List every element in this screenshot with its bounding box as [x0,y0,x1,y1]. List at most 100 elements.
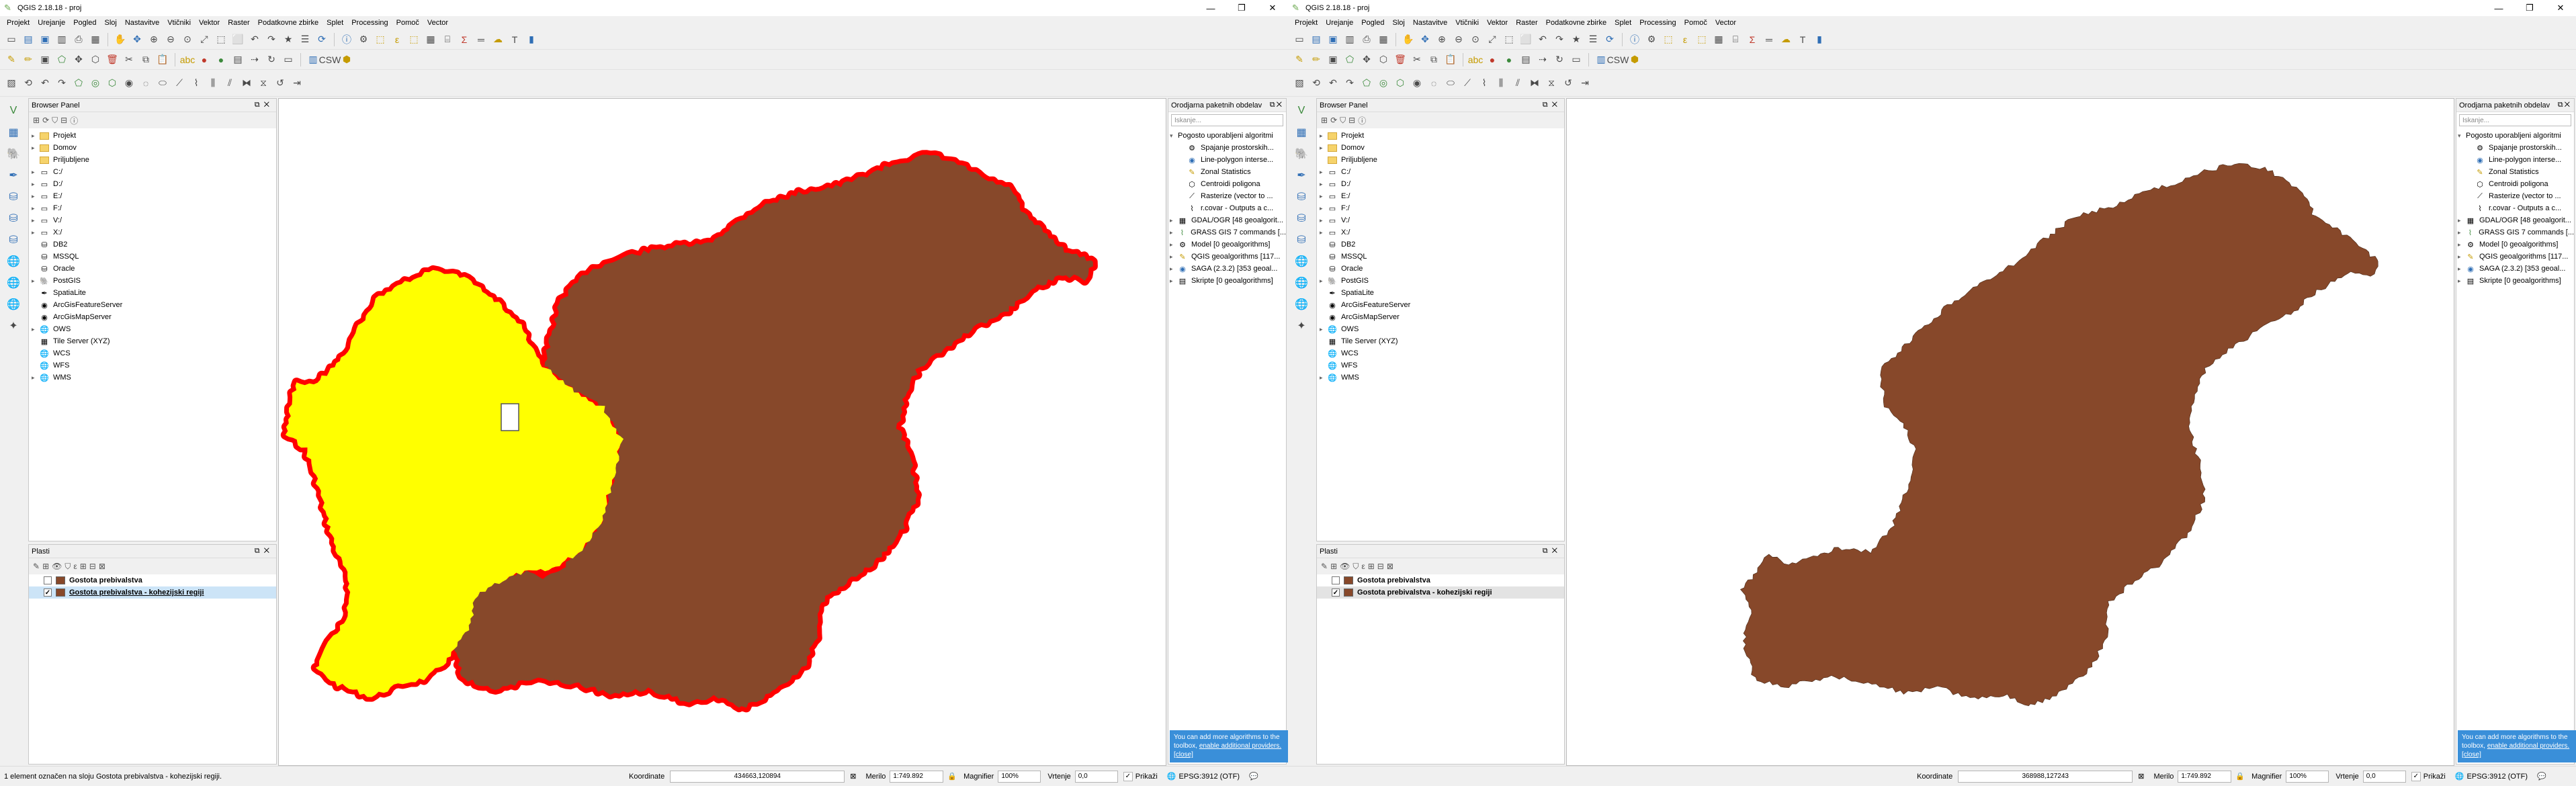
show-label-icon[interactable]: ▤ [230,52,245,67]
zoom-selection-icon[interactable]: ⬚ [214,32,228,47]
add-wms-layer-icon[interactable]: 🌐 [5,253,22,270]
undo-icon[interactable]: ↶ [1326,76,1340,91]
minimize-button[interactable]: — [1195,0,1226,16]
show-bookmarks-icon[interactable]: ☰ [298,32,312,47]
zoom-full-icon[interactable]: ⤢ [1485,32,1500,47]
digitize-icon[interactable]: ▧ [4,76,19,91]
add-mssql-layer-icon[interactable]: ⛁ [1293,188,1310,206]
browser-item-e[interactable]: ▸ ▭ E:/ [32,190,276,202]
delete-selected-icon[interactable]: 🗑 [105,52,120,67]
select-features-icon[interactable]: ⬚ [373,32,388,47]
field-calculator-icon[interactable]: ⌸ [1728,32,1743,47]
add-wcs-layer-icon[interactable]: 🌐 [5,274,22,292]
undo-icon[interactable]: ↶ [38,76,52,91]
browser-item-wfs[interactable]: 🌐 WFS [32,359,276,372]
browser-item-mssql[interactable]: ⛁ MSSQL [1320,251,1564,263]
add-oracle-layer-icon[interactable]: ⛁ [1293,231,1310,249]
add-vector-layer-icon[interactable]: V [5,102,22,120]
menu-pogled[interactable]: Pogled [1357,19,1388,27]
add-spatialite-layer-icon[interactable]: ✒ [5,167,22,184]
menu-vector[interactable]: Vector [1711,19,1740,27]
browser-item-tile-server[interactable]: ▦ Tile Server (XYZ) [1320,335,1564,347]
rotate-symbols-icon[interactable]: ↺ [1561,76,1576,91]
messages-icon[interactable]: 💬 [2537,772,2546,781]
browser-item-v[interactable]: ▸ ▭ V:/ [32,214,276,226]
extents-toggle-icon[interactable]: ⊠ [2138,772,2144,781]
browser-item-domov[interactable]: ▸ Domov [1320,142,1564,154]
layer-row-kohezijski[interactable]: ✓ Gostota prebivalstva - kohezijski regi… [29,586,276,599]
offset-point-icon[interactable]: ⇥ [290,76,304,91]
magnifier-spinbox[interactable]: 100% [998,770,1041,783]
minimize-button[interactable]: — [2483,0,2514,16]
deselect-icon[interactable]: ⬚ [1694,32,1709,47]
add-ring-icon[interactable]: ◎ [88,76,103,91]
browser-item-x[interactable]: ▸ ▭ X:/ [32,226,276,238]
remove-layer-icon[interactable]: ⊠ [99,562,105,571]
new-bookmark-icon[interactable]: ★ [1569,32,1584,47]
refresh-icon[interactable]: ⟳ [42,116,49,125]
composer-manager-icon[interactable]: ▦ [88,32,103,47]
properties-icon[interactable]: ⓘ [1358,115,1366,126]
layer-visibility-checkbox[interactable] [1332,576,1340,584]
layer-visibility-checkbox[interactable]: ✓ [1332,588,1340,597]
menu-nastavitve[interactable]: Nastavitve [1409,19,1451,27]
style-manager-icon[interactable]: ✎ [33,562,40,571]
zoom-out-icon[interactable]: ⊖ [1451,32,1466,47]
composer-manager-icon[interactable]: ▦ [1376,32,1391,47]
toolbox-item[interactable]: ▸ ⌇ GRASS GIS 7 commands [... [2458,226,2574,238]
add-postgis-layer-icon[interactable]: 🐘 [5,145,22,163]
offset-curve-icon[interactable]: ⟋ [1460,76,1475,91]
split-parts-icon[interactable]: ⫽ [1510,76,1525,91]
layer-row-gostota[interactable]: Gostota prebivalstva [1317,574,1564,586]
remove-layer-icon[interactable]: ⊠ [1387,562,1393,571]
menu-splet[interactable]: Splet [323,19,347,27]
refresh-icon[interactable]: ⟳ [314,32,329,47]
menu-podatkovne-zbirke[interactable]: Podatkovne zbirke [254,19,323,27]
add-ring-icon[interactable]: ◎ [1376,76,1391,91]
zoom-out-icon[interactable]: ⊖ [163,32,178,47]
pin-label-icon[interactable]: ● [214,52,228,67]
scale-combo[interactable]: 1:749.892 [2178,770,2232,783]
scale-combo[interactable]: 1:749.892 [890,770,944,783]
toolbox-item[interactable]: ⬡ Centroidi poligona [2458,178,2574,190]
maximize-button[interactable]: ❐ [1226,0,1257,16]
toolbox-item[interactable]: ▾ Pogosto uporabljeni algoritmi [2458,130,2574,142]
move-feature-icon[interactable]: ✥ [71,52,86,67]
crs-globe-icon[interactable]: 🌐 [2455,772,2464,781]
reshape-icon[interactable]: ⟲ [1309,76,1324,91]
browser-item-e[interactable]: ▸ ▭ E:/ [1320,190,1564,202]
plugin-python-icon[interactable]: ⬢ [1627,52,1642,67]
pin-label-icon[interactable]: ● [1502,52,1516,67]
collapse-all-icon[interactable]: ⊟ [1377,562,1384,571]
menu-projekt[interactable]: Projekt [1291,19,1322,27]
print-composer-icon[interactable]: ⎙ [71,32,86,47]
pan-icon[interactable]: ✋ [1401,32,1416,47]
close-notice-link[interactable]: [close] [2462,751,2481,758]
browser-item-postgis[interactable]: ▸ 🐘 PostGIS [32,275,276,287]
collapse-all-icon[interactable]: ⊟ [60,116,67,125]
expand-all-icon[interactable]: ⊞ [1368,562,1375,571]
browser-item-domov[interactable]: ▸ Domov [32,142,276,154]
browser-item-x[interactable]: ▸ ▭ X:/ [1320,226,1564,238]
attribute-table-icon[interactable]: ▦ [423,32,438,47]
identify-icon[interactable]: ⓘ [339,32,354,47]
select-features-icon[interactable]: ⬚ [1661,32,1676,47]
filter-legend-icon[interactable]: ⛉ [65,562,71,572]
close-notice-link[interactable]: [close] [1174,751,1193,758]
toolbox-item[interactable]: ⟋ Rasterize (vector to ... [2458,190,2574,202]
add-feature-icon[interactable]: ⬠ [54,52,69,67]
print-composer-icon[interactable]: ⎙ [1359,32,1374,47]
browser-item-wcs[interactable]: 🌐 WCS [1320,347,1564,359]
panel-float-close-icon[interactable]: ⧉✕ [1543,101,1561,110]
coordinate-field[interactable]: 368988,127243 [1958,770,2133,783]
enable-providers-link[interactable]: enable additional providers. [1199,742,1281,750]
map-canvas[interactable] [278,98,1166,766]
toolbox-item[interactable]: ⚙ Spajanje prostorskih... [1170,142,1286,154]
browser-item-f[interactable]: ▸ ▭ F:/ [32,202,276,214]
toolbox-item[interactable]: ▸ ⌇ GRASS GIS 7 commands [... [1170,226,1286,238]
zoom-layer-icon[interactable]: ⬜ [230,32,245,47]
filter-expression-icon[interactable]: ε [1361,562,1365,571]
cut-features-icon[interactable]: ✂ [122,52,136,67]
browser-item-ows[interactable]: ▸ 🌐 OWS [1320,323,1564,335]
menu-podatkovne-zbirke[interactable]: Podatkovne zbirke [1542,19,1611,27]
